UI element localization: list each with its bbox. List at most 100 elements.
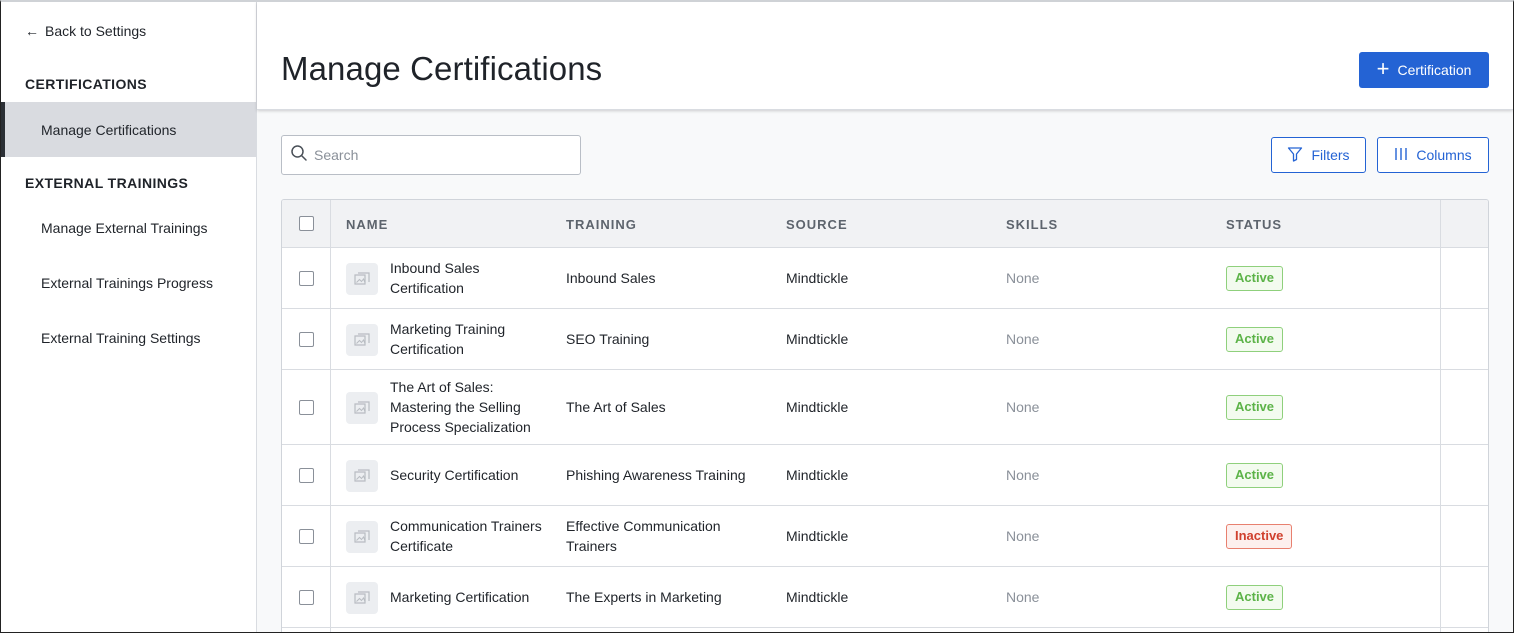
row-checkbox[interactable] [299,590,314,605]
cell-name[interactable]: Marketing Training Certification [390,309,505,369]
section-title-external-trainings: EXTERNAL TRAININGS [25,175,189,191]
sidebar-item-external-training-settings[interactable]: External Training Settings [1,310,256,365]
table-row[interactable]: Inbound Sales Certification Inbound Sales M… [282,248,1488,309]
plus-icon: + [1376,56,1390,81]
cell-name[interactable]: Marketing Certification [390,567,529,627]
cell-training-line: The Experts in Marketing [566,589,722,605]
column-header-training[interactable]: TRAINING [566,200,637,248]
arrow-left-icon: ← [25,23,39,39]
filters-button[interactable]: Filters [1271,137,1366,173]
back-to-settings-link[interactable]: ← Back to Settings [25,20,146,42]
cell-status: Inactive [1226,506,1293,566]
cell-status: Active [1226,445,1284,505]
table-row[interactable]: Marketing Certification The Experts in Ma… [282,567,1488,628]
cell-training: SEO Training [566,309,649,369]
table-row[interactable]: Marketing Training Certification SEO Train… [282,309,1488,370]
columns-label: Columns [1416,147,1472,163]
cell-skills: None [1006,589,1040,605]
cell-name-line: Communication Trainers [390,518,542,534]
cell-source: Mindtickle [786,270,849,286]
cell-name-line: Security Certification [390,467,519,483]
filters-label: Filters [1311,147,1350,163]
cell-source: Mindtickle [786,467,849,483]
status-badge: Active [1226,394,1284,420]
columns-icon [1394,147,1408,164]
sidebar-item-manage-certifications[interactable]: Manage Certifications [1,102,256,157]
cell-name-line: Inbound Sales [390,260,480,276]
search-box [281,135,581,175]
add-certification-label: Certification [1397,62,1472,78]
filter-icon [1287,146,1303,165]
row-checkbox[interactable] [299,271,314,286]
cell-skills: None [1006,467,1040,483]
status-badge: Active [1226,584,1284,610]
cell-status: Active [1226,567,1284,627]
column-divider [330,200,331,632]
table-header: NAME TRAINING SOURCE SKILLS STATUS [282,200,1488,248]
cell-name[interactable]: Security Certification [390,445,518,505]
column-divider [1440,200,1441,632]
cell-name-line: Marketing Training [390,321,506,337]
cell-status: Active [1226,370,1284,444]
certificate-thumbnail-icon [346,392,378,424]
cell-source: Mindtickle [786,399,849,415]
certificate-thumbnail-icon [346,324,378,356]
cell-training-line: Effective Communication [566,518,721,534]
cell-status: Active [1226,248,1284,308]
certificate-thumbnail-icon [346,582,378,614]
cell-skills: None [1006,528,1040,544]
table-row[interactable]: Communication Trainers Certificate Effecti… [282,506,1488,567]
sidebar-item-label: Manage Certifications [41,121,177,138]
column-header-skills[interactable]: SKILLS [1006,200,1058,248]
row-checkbox[interactable] [299,332,314,347]
cell-training: Effective Communication Trainers [566,506,721,566]
cell-training-line: Inbound Sales [566,270,656,286]
search-icon [290,144,308,167]
sidebar-item-manage-external-trainings[interactable]: Manage External Trainings [1,200,256,255]
row-checkbox[interactable] [299,468,314,483]
cell-name[interactable]: Inbound Sales Certification [390,248,480,308]
search-input[interactable] [314,147,580,163]
certificate-thumbnail-icon [346,263,378,295]
table-row[interactable]: Security Certification Phishing Awareness… [282,445,1488,506]
cell-name-line: Process Specialization [390,419,531,435]
column-header-source[interactable]: SOURCE [786,200,848,248]
cell-status: Active [1226,309,1284,369]
cell-training-line: SEO Training [566,331,650,347]
certificate-thumbnail-icon [346,521,378,553]
cell-name-line: Certificate [390,538,454,554]
table-row[interactable]: The Art of Sales: Mastering the Selling Pr… [282,370,1488,445]
columns-button[interactable]: Columns [1377,137,1489,173]
cell-training: The Experts in Marketing [566,567,722,627]
row-checkbox[interactable] [299,400,314,415]
status-badge: Active [1226,326,1284,352]
status-badge: Active [1226,462,1284,488]
cell-training-line: The Art of Sales [566,399,666,415]
cell-source: Mindtickle [786,528,849,544]
sidebar-item-external-trainings-progress[interactable]: External Trainings Progress [1,255,256,310]
select-all-checkbox[interactable] [299,216,314,231]
cell-name[interactable]: The Art of Sales: Mastering the Selling Pr… [390,370,531,444]
certificate-thumbnail-icon [346,460,378,492]
cell-name-line: The Art of Sales: [390,379,494,395]
cell-training-line: Trainers [566,538,617,554]
cell-training-line: Phishing Awareness Training [566,467,746,483]
cell-skills: None [1006,399,1040,415]
cell-training: Inbound Sales [566,248,656,308]
page-header: Manage Certifications + Certification [257,2,1513,110]
cell-name-line: Marketing Certification [390,589,530,605]
page-title: Manage Certifications [281,50,603,87]
cell-name-line: Certification [390,341,464,357]
cell-name-line: Certification [390,280,464,296]
cell-source: Mindtickle [786,589,849,605]
column-header-status[interactable]: STATUS [1226,200,1282,248]
sidebar: ← Back to Settings CERTIFICATIONS Manage… [1,2,257,632]
sidebar-item-label: External Training Settings [41,329,201,346]
add-certification-button[interactable]: + Certification [1359,52,1489,88]
cell-source: Mindtickle [786,331,849,347]
cell-name[interactable]: Communication Trainers Certificate [390,506,542,566]
cell-name-line: Mastering the Selling [390,399,521,415]
column-header-name[interactable]: NAME [346,200,388,248]
row-checkbox[interactable] [299,529,314,544]
back-link-label: Back to Settings [45,23,147,39]
